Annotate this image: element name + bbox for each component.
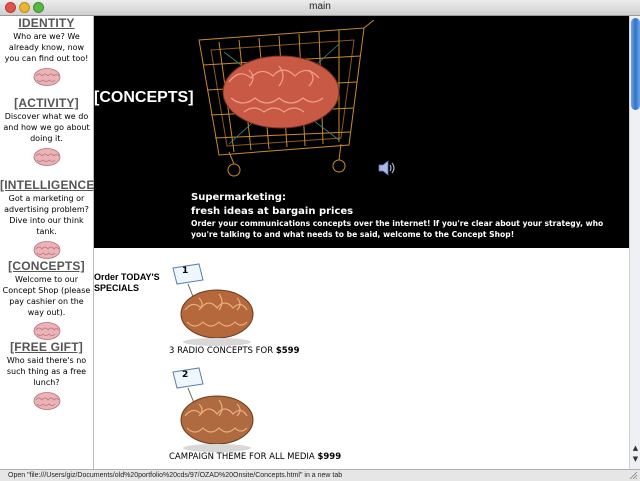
status-text: Open "file:///Users/giz/Documents/old%20… (8, 472, 343, 479)
shopping-cart-brain-illustration (198, 20, 375, 177)
nav-link-intelligence[interactable]: [INTELLIGENCE] (0, 178, 99, 192)
scroll-up-arrow-icon[interactable]: ▲ (631, 443, 640, 453)
main-content: [CONCEPTS] Supermarketing: fresh ideas a… (94, 16, 629, 469)
hero-banner: [CONCEPTS] Supermarketing: fresh ideas a… (94, 16, 629, 248)
page-title: [CONCEPTS] (94, 89, 194, 106)
offer-price-2: $999 (317, 452, 342, 462)
brain-icon[interactable] (32, 147, 62, 167)
brain-icon[interactable] (32, 67, 62, 87)
vertical-scrollbar[interactable]: ▲ ▼ (629, 16, 640, 469)
sidebar-item-identity: IDENTITY Who are we? We already know, no… (0, 16, 93, 87)
sidebar-nav: IDENTITY Who are we? We already know, no… (0, 16, 99, 469)
sidebar-item-free-gift: [FREE GIFT] Who said there's no such thi… (0, 340, 93, 411)
window-title: main (309, 1, 331, 12)
nav-link-identity[interactable]: IDENTITY (0, 16, 93, 30)
nav-desc-concepts: Welcome to our Concept Shop (please pay … (2, 275, 91, 317)
offer-number-2: 2 (182, 370, 189, 380)
brain-icon[interactable] (32, 240, 62, 260)
nav-link-concepts[interactable]: [CONCEPTS] (0, 259, 93, 273)
offer-number-1: 1 (182, 266, 189, 276)
scroll-down-arrow-icon[interactable]: ▼ (631, 454, 640, 464)
specials-heading: Order TODAY'S SPECIALS (94, 272, 160, 293)
nav-link-activity[interactable]: [ACTIVITY] (0, 96, 93, 110)
nav-desc-identity: Who are we? We already know, now you can… (4, 32, 89, 63)
nav-desc-free-gift: Who said there's no such thing as a free… (6, 356, 87, 387)
brain-icon[interactable] (32, 391, 62, 411)
scrollbar-thumb[interactable] (631, 18, 640, 110)
sidebar-item-intelligence: [INTELLIGENCE] Got a marketing or advert… (0, 178, 99, 260)
speaker-icon[interactable] (378, 160, 396, 176)
window-titlebar: main (0, 0, 640, 16)
banner-description: Order your communications concepts over … (191, 219, 604, 239)
nav-desc-intelligence: Got a marketing or advertising problem? … (4, 194, 89, 236)
sidebar-item-concepts: [CONCEPTS] Welcome to our Concept Shop (… (0, 259, 93, 341)
tagline-subheading: fresh ideas at bargain prices (191, 206, 354, 217)
offer-price-1: $599 (275, 346, 300, 356)
offer-label-1: 3 RADIO CONCEPTS FOR $599 (169, 346, 300, 356)
nav-desc-activity: Discover what we do and how we go about … (3, 112, 90, 143)
offer-label-2: CAMPAIGN THEME FOR ALL MEDIA $999 (169, 452, 342, 462)
tagline-heading: Supermarketing: (191, 192, 286, 203)
brain-icon[interactable] (32, 321, 62, 341)
nav-link-free-gift[interactable]: [FREE GIFT] (0, 340, 93, 354)
resize-grip-icon[interactable] (629, 471, 638, 480)
status-bar: Open "file:///Users/giz/Documents/old%20… (0, 469, 640, 481)
sidebar-item-activity: [ACTIVITY] Discover what we do and how w… (0, 96, 93, 167)
